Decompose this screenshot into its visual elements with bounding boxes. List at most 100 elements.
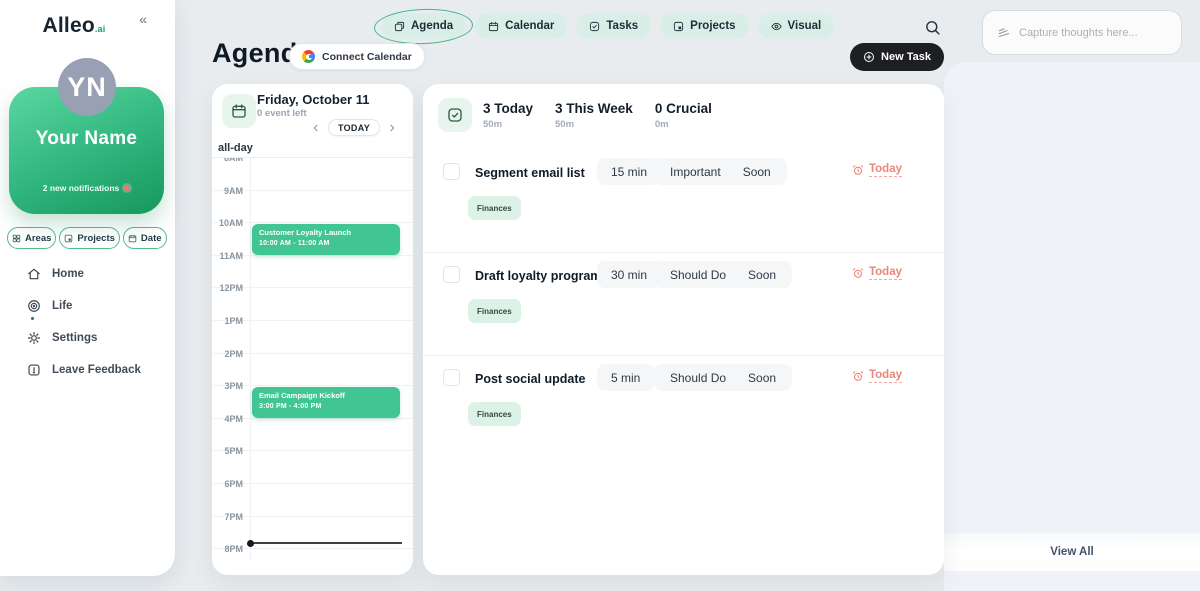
calendar-event[interactable]: Customer Loyalty Launch 10:00 AM - 11:00 … (252, 224, 400, 255)
menu-label: Settings (52, 332, 97, 344)
event-title: Customer Loyalty Launch (259, 228, 393, 237)
sidebar-item-home[interactable]: Home (0, 258, 175, 290)
task-checkbox[interactable] (443, 369, 460, 386)
task-priority: Should Do (670, 268, 726, 282)
sidebar-item-leave-feedback[interactable]: Leave Feedback (0, 354, 175, 386)
menu-label: Life (52, 300, 72, 312)
task-priority: Should Do (670, 371, 726, 385)
sidebar-filter-date[interactable]: Date (123, 227, 167, 249)
task-timeframe: Soon (748, 371, 776, 385)
task-checkbox[interactable] (443, 163, 460, 180)
hour-label: 6PM (212, 479, 243, 489)
task-title[interactable]: Segment email list (475, 166, 585, 180)
view-all-link[interactable]: View All (1050, 546, 1093, 558)
notifications[interactable]: 2 new notifications (9, 183, 164, 193)
sidebar-item-life[interactable]: Life (0, 290, 175, 322)
hour-label: 1PM (212, 316, 243, 326)
task-title[interactable]: Post social update (475, 372, 585, 386)
sidebar-item-settings[interactable]: Settings (0, 322, 175, 354)
task-due-label: Today (869, 369, 902, 383)
tab-agenda[interactable]: Agenda (381, 13, 466, 39)
user-name: Your Name (9, 128, 164, 150)
task-priority-pill[interactable]: Should DoSoon (654, 261, 792, 288)
task-stat-3-this-week: 3 This Week50m (555, 101, 633, 130)
tasks-panel: 3 Today50m3 This Week50m0 Crucial0m Segm… (423, 84, 944, 575)
projects-icon (673, 21, 684, 32)
top-nav: Agenda Calendar Tasks Projects Visual (381, 13, 834, 39)
task-checkbox[interactable] (443, 266, 460, 283)
hour-label: 12PM (212, 283, 243, 293)
google-logo-icon (302, 50, 315, 63)
sidebar-filter-projects[interactable]: Projects (59, 227, 120, 249)
search-icon[interactable] (924, 19, 941, 36)
sidebar-filter-areas[interactable]: Areas (7, 227, 56, 249)
tab-calendar[interactable]: Calendar (475, 13, 567, 39)
task-duration-pill[interactable]: 5 min (597, 364, 654, 391)
current-time-indicator (251, 542, 402, 544)
hour-label: 3PM (212, 381, 243, 391)
task-priority-pill[interactable]: Should Do Soon (654, 364, 792, 391)
sidebar-collapse-icon[interactable]: « (139, 11, 147, 27)
view-all-bar: View All (944, 533, 1200, 571)
hour-label: 9AM (212, 186, 243, 196)
task-tag[interactable]: Finances (468, 196, 521, 220)
tab-visual[interactable]: Visual (758, 13, 835, 39)
tab-label: Agenda (411, 20, 453, 32)
sidebar-filters: Areas ProjectsDate (7, 227, 166, 249)
event-time: 10:00 AM - 11:00 AM (259, 240, 393, 247)
sidebar: Alleo.ai « YN Your Name 2 new notificati… (0, 0, 175, 576)
menu-label: Home (52, 268, 84, 280)
tab-label: Calendar (505, 20, 554, 32)
filter-label: Areas (25, 233, 51, 244)
task-row: Draft loyalty program30 minShould DoSoon… (423, 253, 944, 356)
check-square-icon (447, 107, 463, 123)
capture-thoughts-input[interactable] (1019, 27, 1167, 39)
tab-tasks[interactable]: Tasks (576, 13, 651, 39)
avatar[interactable]: YN (58, 58, 116, 116)
gear-icon (27, 331, 41, 345)
chevron-left-icon[interactable] (311, 123, 321, 133)
task-due[interactable]: Today (852, 266, 902, 280)
calendar-date-title: Friday, October 11 (257, 92, 369, 107)
tasks-icon (589, 21, 600, 32)
stat-time: 0m (655, 119, 712, 130)
task-due-label: Today (869, 163, 902, 177)
tab-label: Tasks (606, 20, 638, 32)
app-logo-suffix: .ai (95, 24, 106, 34)
task-duration-pill[interactable]: 15 min (597, 158, 661, 185)
tab-projects[interactable]: Projects (660, 13, 748, 39)
capture-thoughts-box[interactable] (982, 10, 1182, 55)
task-priority-pill[interactable]: Important Soon (654, 158, 787, 185)
hour-label: 10AM (212, 218, 243, 228)
visual-icon (771, 21, 782, 32)
task-tag[interactable]: Finances (468, 299, 521, 323)
all-day-label: all-day (218, 142, 253, 154)
scribble-icon (997, 26, 1011, 40)
chevron-right-icon[interactable] (387, 123, 397, 133)
task-due[interactable]: Today (852, 163, 902, 177)
hour-label: 4PM (212, 414, 243, 424)
connect-calendar-button[interactable]: Connect Calendar (289, 43, 425, 70)
new-task-button[interactable]: New Task (850, 43, 944, 71)
task-title[interactable]: Draft loyalty program (475, 269, 601, 283)
stat-count: 3 Today (483, 101, 533, 116)
alarm-icon (852, 267, 864, 279)
calendar-panel: Friday, October 11 0 event left TODAY al… (212, 84, 413, 575)
task-tag[interactable]: Finances (468, 402, 521, 426)
task-due[interactable]: Today (852, 369, 902, 383)
calendar-icon (488, 21, 499, 32)
today-button[interactable]: TODAY (328, 119, 380, 136)
calendar-icon (231, 103, 247, 119)
right-panel: View All (944, 62, 1200, 591)
menu-label: Leave Feedback (52, 364, 141, 376)
areas-icon (12, 234, 21, 243)
task-duration-pill[interactable]: 30 min (597, 261, 661, 288)
task-timeframe: Soon (743, 165, 771, 179)
plus-circle-icon (863, 51, 875, 63)
stat-count: 0 Crucial (655, 101, 712, 116)
connect-calendar-label: Connect Calendar (322, 51, 412, 63)
calendar-event[interactable]: Email Campaign Kickoff3:00 PM - 4:00 PM (252, 387, 400, 418)
hour-row-8pm[interactable]: 8PM (212, 549, 413, 562)
agenda-icon (394, 21, 405, 32)
task-priority: Important (670, 165, 721, 179)
